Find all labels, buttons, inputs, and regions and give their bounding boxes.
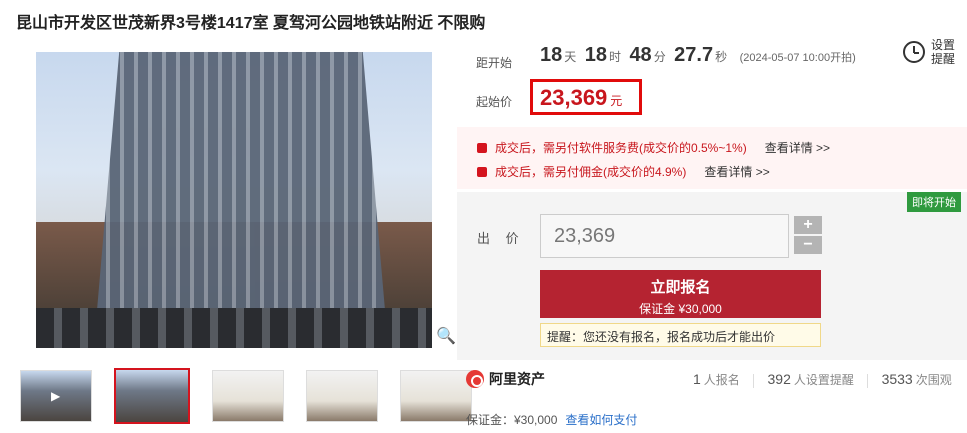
decrease-bid-button[interactable]: − bbox=[794, 236, 822, 254]
thumbnail[interactable] bbox=[212, 370, 284, 422]
stat-label: 人报名 bbox=[703, 373, 740, 387]
bid-panel: 即将开始 出 价 23,369 + − 立即报名 保证金 ¥30,000 提醒：… bbox=[457, 192, 967, 360]
starting-price-value: 23,369 bbox=[540, 85, 608, 110]
fee-text: 成交后，需另付佣金(成交价的4.9%) bbox=[495, 165, 687, 179]
divider bbox=[867, 373, 869, 388]
page-title: 昆山市开发区世茂新界3号楼1417室 夏驾河公园地铁站附近 不限购 bbox=[16, 15, 486, 32]
increase-bid-button[interactable]: + bbox=[794, 216, 822, 234]
fee-item: 成交后，需另付佣金(成交价的4.9%) 查看详情 >> bbox=[477, 163, 770, 180]
play-icon: ▶ bbox=[51, 389, 61, 403]
fee-item: 成交后，需另付软件服务费(成交价的0.5%~1%) 查看详情 >> bbox=[477, 139, 830, 156]
countdown-unit: 天 bbox=[564, 50, 577, 64]
fee-icon bbox=[477, 142, 487, 153]
countdown-label: 距开始 bbox=[476, 56, 513, 70]
bid-amount-input[interactable]: 23,369 bbox=[540, 214, 789, 258]
zoom-icon[interactable]: 🔍 bbox=[436, 326, 456, 346]
countdown-seconds: 27.7 bbox=[674, 44, 714, 66]
reminder-label: 设置提醒 bbox=[931, 38, 956, 66]
how-to-pay-link[interactable]: 查看如何支付 bbox=[565, 413, 637, 427]
fee-notice: 成交后，需另付软件服务费(成交价的0.5%~1%) 查看详情 >> 成交后，需另… bbox=[457, 127, 967, 189]
signup-count: 1 bbox=[693, 371, 701, 387]
auction-stats: 1 人报名 392 人设置提醒 3533 次围观 bbox=[693, 371, 952, 388]
starting-price-box: 23,369 元 bbox=[530, 79, 642, 115]
platform-name: 阿里资产 bbox=[489, 371, 545, 387]
starting-price-unit: 元 bbox=[610, 94, 623, 108]
view-details-link[interactable]: 查看详情 >> bbox=[704, 163, 769, 180]
auction-start-time: (2024-05-07 10:00开拍) bbox=[739, 52, 856, 64]
view-details-link[interactable]: 查看详情 >> bbox=[765, 139, 830, 156]
countdown-minutes: 48 bbox=[629, 44, 652, 66]
stat-label: 人设置提醒 bbox=[793, 373, 854, 387]
deposit-text: 保证金：¥30,000 bbox=[466, 413, 558, 427]
countdown-unit: 分 bbox=[653, 50, 666, 64]
main-property-photo[interactable] bbox=[36, 52, 432, 348]
building-tower bbox=[96, 52, 386, 322]
stat-label: 次围观 bbox=[915, 373, 952, 387]
divider bbox=[753, 373, 755, 388]
alibaba-assets-icon bbox=[466, 370, 484, 388]
fee-icon bbox=[477, 166, 487, 177]
thumbnail-strip: ▶ bbox=[20, 368, 494, 424]
countdown-days: 18 bbox=[540, 44, 563, 66]
view-count: 3533 bbox=[881, 371, 913, 387]
countdown-unit: 时 bbox=[608, 50, 621, 64]
register-tip: 提醒：您还没有报名，报名成功后才能出价 bbox=[540, 323, 821, 347]
alarm-clock-icon bbox=[903, 41, 925, 63]
thumbnail-video[interactable]: ▶ bbox=[20, 370, 92, 422]
countdown-timer: 18 天 18 时 48 分 27.7 秒 (2024-05-07 10:00开拍) bbox=[540, 44, 856, 67]
thumbnail[interactable] bbox=[400, 370, 472, 422]
register-deposit: 保证金 ¥30,000 bbox=[639, 302, 722, 316]
thumbnail-selected[interactable] bbox=[114, 368, 190, 424]
parked-scooters bbox=[36, 308, 432, 348]
reminder-count: 392 bbox=[767, 371, 791, 387]
register-label: 立即报名 bbox=[650, 279, 711, 296]
countdown-unit: 秒 bbox=[715, 50, 728, 64]
register-now-button[interactable]: 立即报名 保证金 ¥30,000 bbox=[540, 270, 821, 318]
deposit-info: 保证金：¥30,000 查看如何支付 bbox=[466, 411, 637, 428]
fee-text: 成交后，需另付软件服务费(成交价的0.5%~1%) bbox=[495, 141, 747, 155]
status-badge: 即将开始 bbox=[907, 192, 961, 212]
countdown-hours: 18 bbox=[584, 44, 607, 66]
set-reminder-button[interactable]: 设置提醒 bbox=[903, 38, 957, 66]
starting-price-label: 起始价 bbox=[476, 95, 513, 109]
thumbnail[interactable] bbox=[306, 370, 378, 422]
bid-label: 出 价 bbox=[477, 231, 525, 246]
platform-logo[interactable]: 阿里资产 bbox=[466, 369, 545, 389]
